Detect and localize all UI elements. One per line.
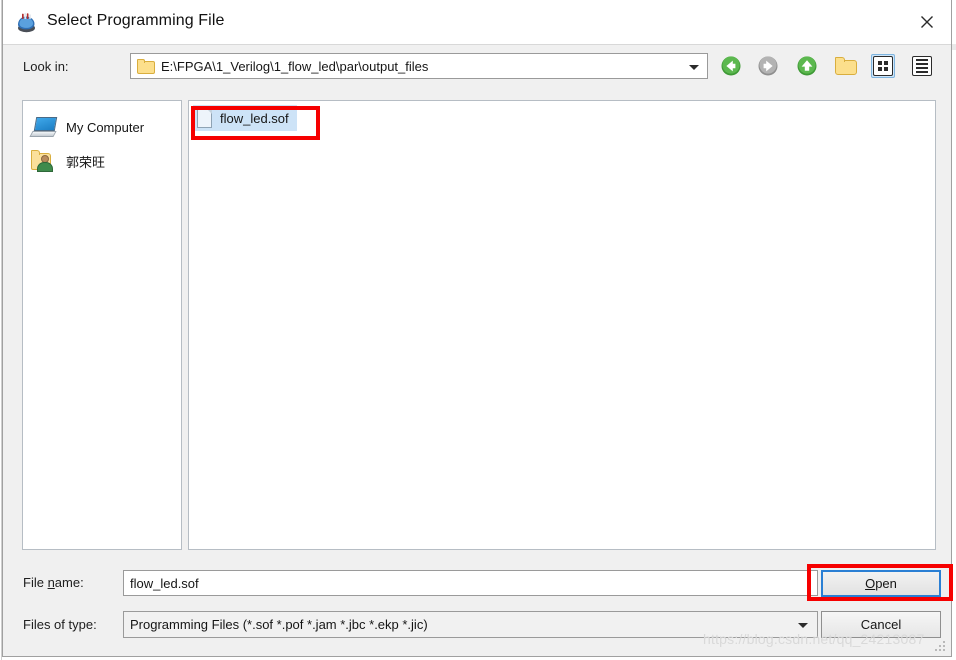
list-item[interactable]: flow_led.sof — [193, 105, 297, 131]
new-folder-icon[interactable] — [832, 52, 860, 80]
title-bar: Select Programming File — [3, 0, 951, 45]
back-arrow-icon[interactable] — [717, 52, 745, 80]
list-view-icon[interactable] — [869, 52, 897, 80]
look-in-combobox[interactable]: E:\FPGA\1_Verilog\1_flow_led\par\output_… — [130, 53, 708, 79]
detail-view-icon[interactable] — [908, 52, 936, 80]
files-of-type-value: Programming Files (*.sof *.pof *.jam *.j… — [130, 617, 428, 632]
file-list-view[interactable]: flow_led.sof — [188, 100, 936, 550]
user-folder-icon — [31, 150, 57, 172]
places-sidebar[interactable]: My Computer 郭荣旺 — [22, 100, 182, 550]
page-title: Select Programming File — [47, 12, 225, 29]
file-name-input[interactable] — [123, 570, 818, 596]
close-icon[interactable] — [903, 0, 951, 43]
file-name-label-static: File name: — [23, 575, 84, 590]
chevron-down-icon[interactable] — [689, 65, 699, 70]
parent-window-right-edge — [952, 0, 956, 660]
files-of-type-label: Files of type: — [23, 617, 97, 632]
folder-icon — [137, 58, 155, 74]
up-arrow-icon[interactable] — [793, 52, 821, 80]
open-button[interactable]: Open — [821, 570, 941, 597]
sidebar-item-my-computer[interactable]: My Computer — [23, 110, 181, 144]
sidebar-item-label: My Computer — [66, 119, 145, 135]
look-in-label: Look in: — [23, 59, 69, 74]
select-programming-file-dialog: Select Programming File Look in: E:\FPGA… — [2, 0, 953, 657]
forward-arrow-icon — [754, 52, 782, 80]
file-icon — [197, 108, 212, 128]
sidebar-item-label: 郭荣旺 — [66, 154, 106, 170]
resize-grip[interactable] — [935, 641, 947, 653]
chevron-down-icon[interactable] — [798, 623, 808, 628]
files-of-type-combobox[interactable]: Programming Files (*.sof *.pof *.jam *.j… — [123, 611, 818, 638]
sidebar-item-user-folder[interactable]: 郭荣旺 — [23, 144, 181, 178]
quartus-programmer-icon — [15, 11, 39, 35]
cancel-button[interactable]: Cancel — [821, 611, 941, 638]
computer-icon — [29, 116, 58, 138]
look-in-row: Look in: E:\FPGA\1_Verilog\1_flow_led\pa… — [3, 44, 951, 90]
file-name-label: flow_led.sof — [220, 110, 289, 126]
look-in-path-value: E:\FPGA\1_Verilog\1_flow_led\par\output_… — [161, 58, 429, 74]
